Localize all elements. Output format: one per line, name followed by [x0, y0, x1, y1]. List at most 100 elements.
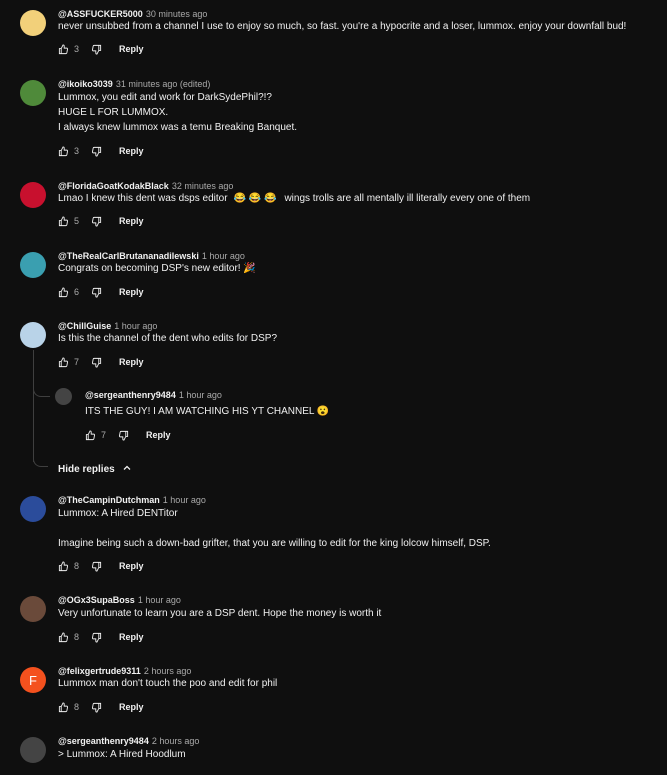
- like-count: 8: [74, 561, 80, 571]
- hide-replies-button[interactable]: Hide replies: [58, 462, 133, 477]
- chevron-up-icon: [121, 462, 133, 477]
- comment-header: @sergeanthenry9484 2 hours ago: [58, 735, 199, 747]
- comment-text-part: Lmao I knew this dent was dsps editor: [58, 193, 228, 204]
- reply-button[interactable]: Reply: [119, 287, 144, 297]
- reply-button[interactable]: Reply: [119, 216, 144, 226]
- author-name[interactable]: @felixgertrude9311: [58, 666, 141, 676]
- dislike-icon[interactable]: [91, 632, 102, 643]
- like-count: 7: [74, 357, 80, 367]
- comment-text: never unsubbed from a channel I use to e…: [58, 21, 627, 32]
- author-name[interactable]: @sergeanthenry9484: [85, 390, 176, 400]
- comment-text: HUGE L FOR LUMMOX.: [58, 107, 169, 118]
- like-icon[interactable]: [58, 43, 69, 55]
- like-icon[interactable]: [58, 356, 69, 368]
- comment-text: Lmao I knew this dent was dsps editor 😂 😂…: [58, 191, 530, 206]
- comment-text: Is this the channel of the dent who edit…: [58, 333, 278, 344]
- timestamp[interactable]: 30 minutes ago: [146, 9, 208, 19]
- reply-header: @sergeanthenry9484 1 hour ago: [85, 389, 222, 401]
- avatar[interactable]: [20, 322, 46, 348]
- author-name[interactable]: @TheCampinDutchman: [58, 495, 160, 505]
- reply-text: ITS THE GUY! I AM WATCHING HIS YT CHANNE…: [85, 406, 330, 417]
- comment-actions: 8 Reply: [58, 630, 144, 644]
- dislike-icon[interactable]: [91, 146, 102, 157]
- timestamp[interactable]: 1 hour ago: [179, 390, 222, 400]
- like-icon[interactable]: [58, 560, 69, 572]
- comment-text: > Lummox: A Hired Hoodlum: [58, 749, 186, 760]
- timestamp[interactable]: 1 hour ago: [114, 321, 157, 331]
- like-icon[interactable]: [58, 215, 69, 227]
- avatar[interactable]: [20, 252, 46, 278]
- comment-text: Very unfortunate to learn you are a DSP …: [58, 608, 382, 619]
- dislike-icon[interactable]: [91, 357, 102, 368]
- author-name[interactable]: @TheRealCarlBrutananadilewski: [58, 251, 199, 261]
- like-count: 8: [74, 702, 80, 712]
- timestamp[interactable]: 1 hour ago: [163, 495, 206, 505]
- reply-button[interactable]: Reply: [119, 44, 144, 54]
- reply-avatar[interactable]: [55, 388, 72, 405]
- reply-button[interactable]: Reply: [119, 561, 144, 571]
- like-count: 5: [74, 216, 80, 226]
- author-name[interactable]: @sergeanthenry9484: [58, 736, 149, 746]
- timestamp[interactable]: 1 hour ago: [138, 595, 181, 605]
- dislike-icon[interactable]: [91, 216, 102, 227]
- author-name[interactable]: @ASSFUCKER5000: [58, 9, 143, 19]
- comment-header: @OGx3SupaBoss 1 hour ago: [58, 594, 181, 606]
- avatar-letter: F: [29, 672, 37, 688]
- comment-text: Lummox: A Hired DENTitor: [58, 508, 178, 519]
- like-icon[interactable]: [58, 286, 69, 298]
- like-count: 3: [74, 44, 80, 54]
- reply-button[interactable]: Reply: [146, 430, 171, 440]
- dislike-icon[interactable]: [91, 287, 102, 298]
- dislike-icon[interactable]: [118, 430, 129, 441]
- emoji-laugh: 😂 😂 😂: [233, 193, 277, 204]
- reply-button[interactable]: Reply: [119, 702, 144, 712]
- reply-button[interactable]: Reply: [119, 146, 144, 156]
- avatar[interactable]: [20, 737, 46, 763]
- reply-actions: 7 Reply: [85, 428, 171, 442]
- avatar[interactable]: [20, 80, 46, 106]
- comment-actions: 3 Reply: [58, 144, 144, 158]
- thread-connector: [33, 386, 50, 397]
- avatar[interactable]: [20, 596, 46, 622]
- author-name[interactable]: @OGx3SupaBoss: [58, 595, 135, 605]
- like-icon[interactable]: [58, 631, 69, 643]
- comment-text: I always knew lummox was a temu Breaking…: [58, 122, 297, 133]
- reply-button[interactable]: Reply: [119, 632, 144, 642]
- timestamp[interactable]: 2 hours ago: [144, 666, 192, 676]
- comment-actions: 6 Reply: [58, 285, 144, 299]
- comment-text: Lummox, you edit and work for DarkSydePh…: [58, 92, 272, 103]
- author-name[interactable]: @ChillGuise: [58, 321, 111, 331]
- timestamp[interactable]: 32 minutes ago: [172, 181, 234, 191]
- avatar[interactable]: [20, 182, 46, 208]
- like-icon[interactable]: [58, 145, 69, 157]
- like-icon[interactable]: [85, 429, 96, 441]
- author-name[interactable]: @FloridaGoatKodakBlack: [58, 181, 169, 191]
- dislike-icon[interactable]: [91, 44, 102, 55]
- comment-actions: 7 Reply: [58, 355, 144, 369]
- like-count: 8: [74, 632, 80, 642]
- avatar[interactable]: F: [20, 667, 46, 693]
- dislike-icon[interactable]: [91, 702, 102, 713]
- thread-connector: [33, 458, 48, 467]
- reply-button[interactable]: Reply: [119, 357, 144, 367]
- avatar[interactable]: [20, 496, 46, 522]
- like-count: 6: [74, 287, 80, 297]
- like-count: 7: [101, 430, 107, 440]
- timestamp[interactable]: 2 hours ago: [152, 736, 200, 746]
- comment-header: @TheCampinDutchman 1 hour ago: [58, 494, 206, 506]
- comment-actions: 8 Reply: [58, 559, 144, 573]
- timestamp[interactable]: 1 hour ago: [202, 251, 245, 261]
- author-name[interactable]: @ikoiko3039: [58, 79, 113, 89]
- avatar[interactable]: [20, 10, 46, 36]
- timestamp[interactable]: 31 minutes ago (edited): [116, 79, 211, 89]
- comment-text: Imagine being such a down-bad grifter, t…: [58, 538, 491, 549]
- thread-line: [33, 350, 34, 462]
- like-icon[interactable]: [58, 701, 69, 713]
- hide-replies-label: Hide replies: [58, 464, 115, 475]
- comment-text: Congrats on becoming DSP's new editor! 🎉: [58, 263, 256, 274]
- comment-actions: 8 Reply: [58, 700, 144, 714]
- comment-text: Lummox man don't touch the poo and edit …: [58, 678, 278, 689]
- comment-actions: 3 Reply: [58, 42, 144, 56]
- comment-header: @ikoiko3039 31 minutes ago (edited): [58, 78, 210, 90]
- dislike-icon[interactable]: [91, 561, 102, 572]
